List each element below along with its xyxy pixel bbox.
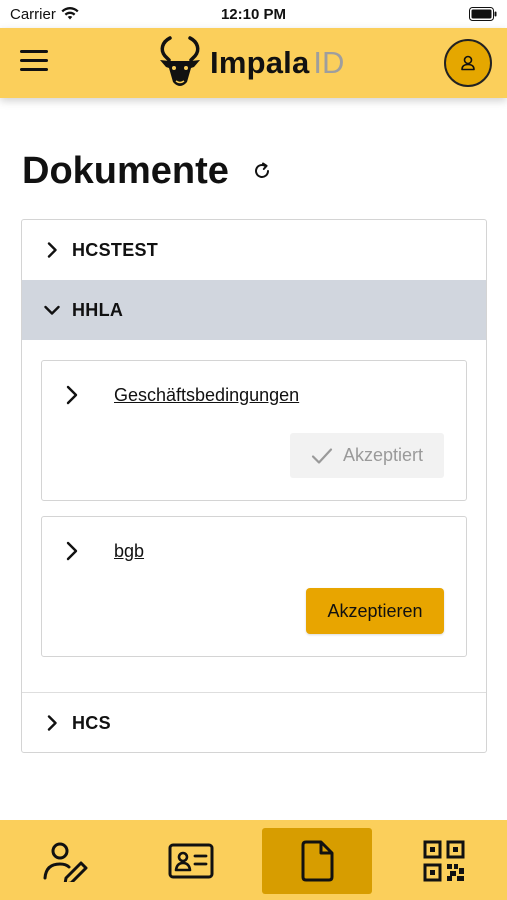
menu-button[interactable] (20, 50, 52, 76)
section-header-hcstest[interactable]: HCSTEST (22, 220, 486, 280)
nav-documents[interactable] (262, 828, 372, 894)
profile-button[interactable] (444, 39, 492, 87)
accept-button[interactable]: Akzeptieren (306, 588, 444, 634)
section-header-hhla[interactable]: HHLA (22, 280, 486, 340)
impala-logo-icon (160, 36, 200, 86)
documents-accordion: HCSTEST HHLA Geschäftsbedingungen Akzept… (21, 219, 487, 753)
signature-icon (43, 842, 88, 882)
nav-id-card[interactable] (136, 828, 246, 894)
document-card: bgb Akzeptieren (41, 516, 467, 657)
section-header-hcs[interactable]: HCS (22, 693, 486, 753)
section-label: HCSTEST (72, 239, 159, 260)
page-title-row: Dokumente (22, 150, 273, 192)
hamburger-line (20, 59, 48, 62)
logo-text: Impala (210, 45, 310, 80)
qr-code-icon (423, 840, 465, 882)
bottom-nav (0, 820, 507, 900)
document-icon (301, 840, 334, 882)
chevron-right-icon[interactable] (64, 541, 80, 561)
hamburger-icon (20, 50, 48, 53)
page-title: Dokumente (22, 149, 229, 192)
checkmark-icon (311, 447, 333, 464)
chevron-down-icon (44, 305, 60, 315)
app-header: Impala ID (0, 28, 507, 98)
nav-signature[interactable] (10, 828, 120, 894)
accepted-button: Akzeptiert (290, 433, 444, 478)
hamburger-line (20, 68, 48, 71)
battery-icon (469, 7, 497, 21)
refresh-icon[interactable] (251, 160, 273, 182)
chevron-right-icon (47, 715, 57, 731)
section-label: HHLA (72, 299, 124, 320)
chevron-right-icon[interactable] (64, 385, 80, 405)
user-icon (461, 55, 475, 71)
document-link[interactable]: bgb (114, 541, 144, 562)
logo: Impala ID (156, 34, 344, 92)
chevron-right-icon (47, 242, 57, 258)
nav-qr-code[interactable] (389, 828, 499, 894)
section-label: HCS (72, 712, 111, 733)
status-time: 12:10 PM (220, 6, 287, 23)
document-card: Geschäftsbedingungen Akzeptiert (41, 360, 467, 501)
document-link[interactable]: Geschäftsbedingungen (114, 385, 299, 406)
status-bar: Carrier 12:10 PM (0, 0, 507, 28)
id-card-icon (168, 843, 214, 879)
logo-accent-text: ID (313, 45, 345, 80)
accepted-label: Akzeptiert (342, 445, 424, 465)
